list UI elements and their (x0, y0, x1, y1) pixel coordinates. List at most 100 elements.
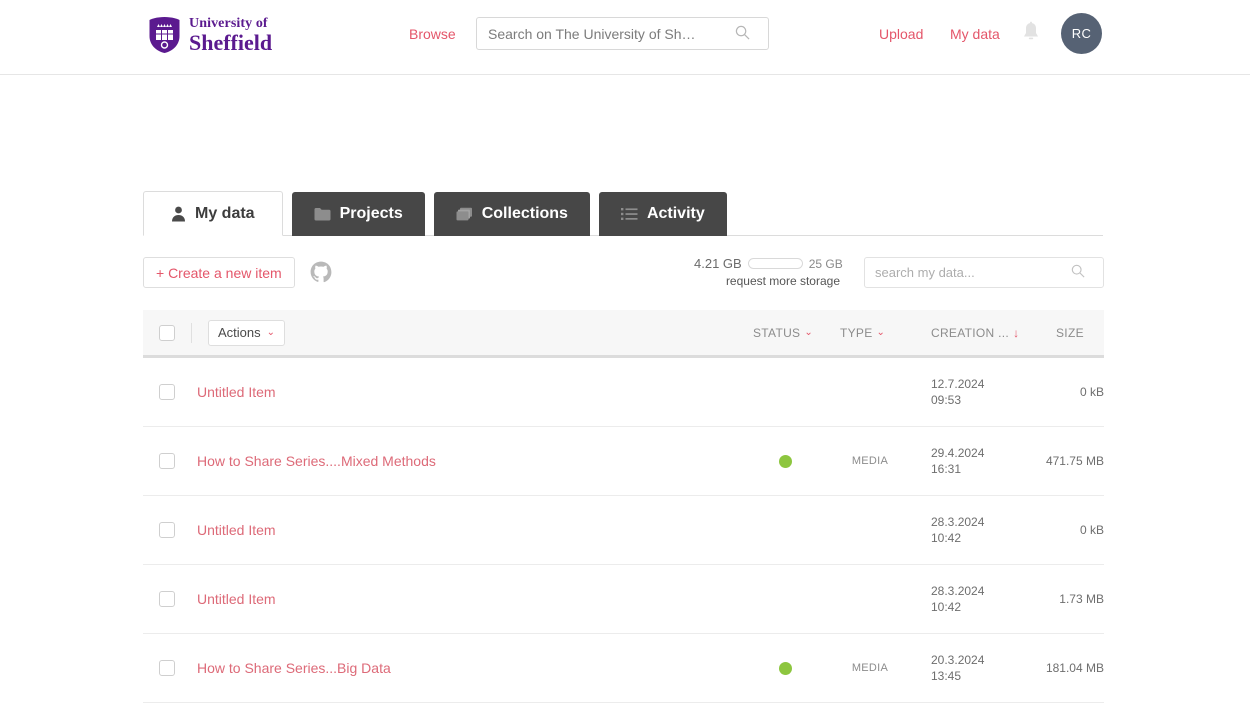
tab-label: Activity (646, 205, 705, 222)
creation-date: 20.3.2024 13:45 (931, 652, 984, 684)
create-new-item-label: + Create a new item (156, 264, 282, 281)
row-checkbox[interactable] (159, 591, 175, 607)
row-checkbox[interactable] (159, 660, 175, 676)
sort-descending-icon: ↓ (1013, 325, 1020, 340)
storage-indicator: 4.21 GB 25 GB request more storage (694, 256, 844, 288)
creation-date-time: 09:53 (931, 393, 962, 407)
status-dot-icon (779, 454, 792, 468)
bell-icon[interactable] (1021, 21, 1041, 48)
toolbar-divider (191, 322, 192, 343)
creation-date: 12.7.2024 09:53 (931, 376, 984, 408)
column-header-size: SIZE (1056, 326, 1084, 340)
item-title-link[interactable]: How to Share Series....Mixed Methods (197, 453, 436, 469)
person-icon (171, 206, 186, 222)
my-data-link[interactable]: My data (950, 26, 1000, 42)
creation-date-day: 28.3.2024 (931, 515, 985, 529)
storage-row: 4.21 GB 25 GB (694, 256, 844, 271)
avatar-initials: RC (1071, 26, 1092, 41)
item-type: MEDIA (851, 455, 889, 467)
storage-used: 4.21 GB (694, 256, 742, 271)
logo-line-1: University of (189, 15, 268, 31)
item-size: 0 kB (1079, 385, 1104, 399)
upload-link[interactable]: Upload (879, 26, 923, 42)
item-type: MEDIA (851, 662, 889, 674)
item-size: 471.75 MB (1045, 454, 1104, 468)
table-row[interactable]: Untitled Item 12.7.2024 09:53 0 kB (143, 358, 1104, 427)
main-tabs: My data Projects Collections Activity (143, 191, 727, 236)
table-row[interactable]: How to Share Series....Mixed Methods MEDI… (143, 427, 1104, 496)
logo-wordmark: University of Sheffield (189, 15, 273, 55)
row-checkbox[interactable] (159, 522, 175, 538)
tab-activity[interactable]: Activity (598, 192, 727, 236)
column-header-creation-date[interactable]: CREATION ... ↓ (931, 326, 1019, 340)
university-logo[interactable]: University of Sheffield (148, 16, 272, 54)
global-search-input[interactable] (477, 18, 727, 49)
global-search[interactable] (476, 17, 769, 50)
select-all-checkbox[interactable] (159, 324, 175, 341)
storage-progress-bar[interactable] (747, 258, 803, 269)
table-header-row: Actions ⌄ STATUS ⌄ TYPE ⌄ CREATION ... ↓… (143, 310, 1104, 358)
search-icon[interactable] (727, 25, 757, 43)
creation-date-day: 12.7.2024 (931, 377, 985, 391)
creation-date-time: 13:45 (931, 669, 962, 683)
item-title-link[interactable]: Untitled Item (197, 591, 276, 607)
chevron-down-icon: ⌄ (266, 327, 276, 338)
shield-crest-icon (149, 17, 180, 53)
item-title-link[interactable]: How to Share Series...Big Data (197, 660, 391, 676)
top-header: University of Sheffield Browse Upload My… (0, 0, 1250, 75)
tab-label: Collections (481, 205, 568, 222)
tab-projects[interactable]: Projects (291, 192, 425, 236)
search-icon[interactable] (1063, 264, 1093, 281)
status-badge (779, 661, 792, 675)
chevron-down-icon: ⌄ (876, 327, 886, 338)
avatar[interactable]: RC (1061, 13, 1102, 54)
item-size: 181.04 MB (1045, 661, 1104, 675)
actions-dropdown[interactable]: Actions ⌄ (208, 319, 286, 346)
column-header-type[interactable]: TYPE ⌄ (840, 326, 885, 340)
tab-label: Projects (339, 205, 403, 222)
table-row[interactable]: Untitled Item 28.3.2024 10:42 1.73 MB (143, 565, 1104, 634)
request-more-storage-link[interactable]: request more storage (694, 274, 844, 288)
actions-label: Actions (218, 325, 261, 340)
column-label: SIZE (1056, 325, 1084, 340)
creation-date-time: 10:42 (931, 531, 962, 545)
status-badge (779, 454, 792, 468)
item-title-link[interactable]: Untitled Item (197, 522, 276, 538)
item-size: 1.73 MB (1059, 592, 1104, 606)
chevron-down-icon: ⌄ (804, 327, 814, 338)
stack-icon (456, 207, 473, 221)
row-checkbox[interactable] (159, 453, 175, 469)
status-dot-icon (779, 661, 792, 675)
column-header-status[interactable]: STATUS ⌄ (753, 326, 813, 340)
my-data-search[interactable] (864, 257, 1104, 288)
creation-date-day: 29.4.2024 (931, 446, 985, 460)
tab-label: My data (195, 204, 255, 222)
tab-collections[interactable]: Collections (433, 192, 590, 236)
table-body: Untitled Item 12.7.2024 09:53 0 kB How to Sh… (143, 358, 1104, 707)
table-row[interactable]: How to Share Series...Big Data MEDIA 20.3.… (143, 634, 1104, 703)
column-label: STATUS (753, 325, 801, 340)
github-icon[interactable] (310, 261, 332, 288)
storage-total: 25 GB (808, 256, 843, 271)
list-icon (620, 207, 638, 221)
tab-my-data[interactable]: My data (143, 191, 283, 236)
creation-date: 28.3.2024 10:42 (931, 514, 984, 546)
creation-date-day: 28.3.2024 (931, 584, 985, 598)
browse-link[interactable]: Browse (409, 26, 456, 42)
column-label: CREATION ... (931, 325, 1010, 340)
creation-date: 29.4.2024 16:31 (931, 445, 984, 477)
row-checkbox[interactable] (159, 384, 175, 400)
creation-date-time: 10:42 (931, 600, 962, 614)
item-title-link[interactable]: Untitled Item (197, 384, 276, 400)
my-data-search-input[interactable] (865, 258, 1063, 287)
creation-date-day: 20.3.2024 (931, 653, 985, 667)
creation-date-time: 16:31 (931, 462, 962, 476)
table-row[interactable]: How to Share Series...Different Data Typ… (143, 703, 1104, 707)
creation-date: 28.3.2024 10:42 (931, 583, 984, 615)
create-new-item-button[interactable]: + Create a new item (143, 257, 295, 288)
column-label: TYPE (840, 325, 873, 340)
table-row[interactable]: Untitled Item 28.3.2024 10:42 0 kB (143, 496, 1104, 565)
item-size: 0 kB (1079, 523, 1104, 537)
logo-line-2: Sheffield (189, 29, 273, 55)
my-data-table: Actions ⌄ STATUS ⌄ TYPE ⌄ CREATION ... ↓… (143, 310, 1104, 707)
